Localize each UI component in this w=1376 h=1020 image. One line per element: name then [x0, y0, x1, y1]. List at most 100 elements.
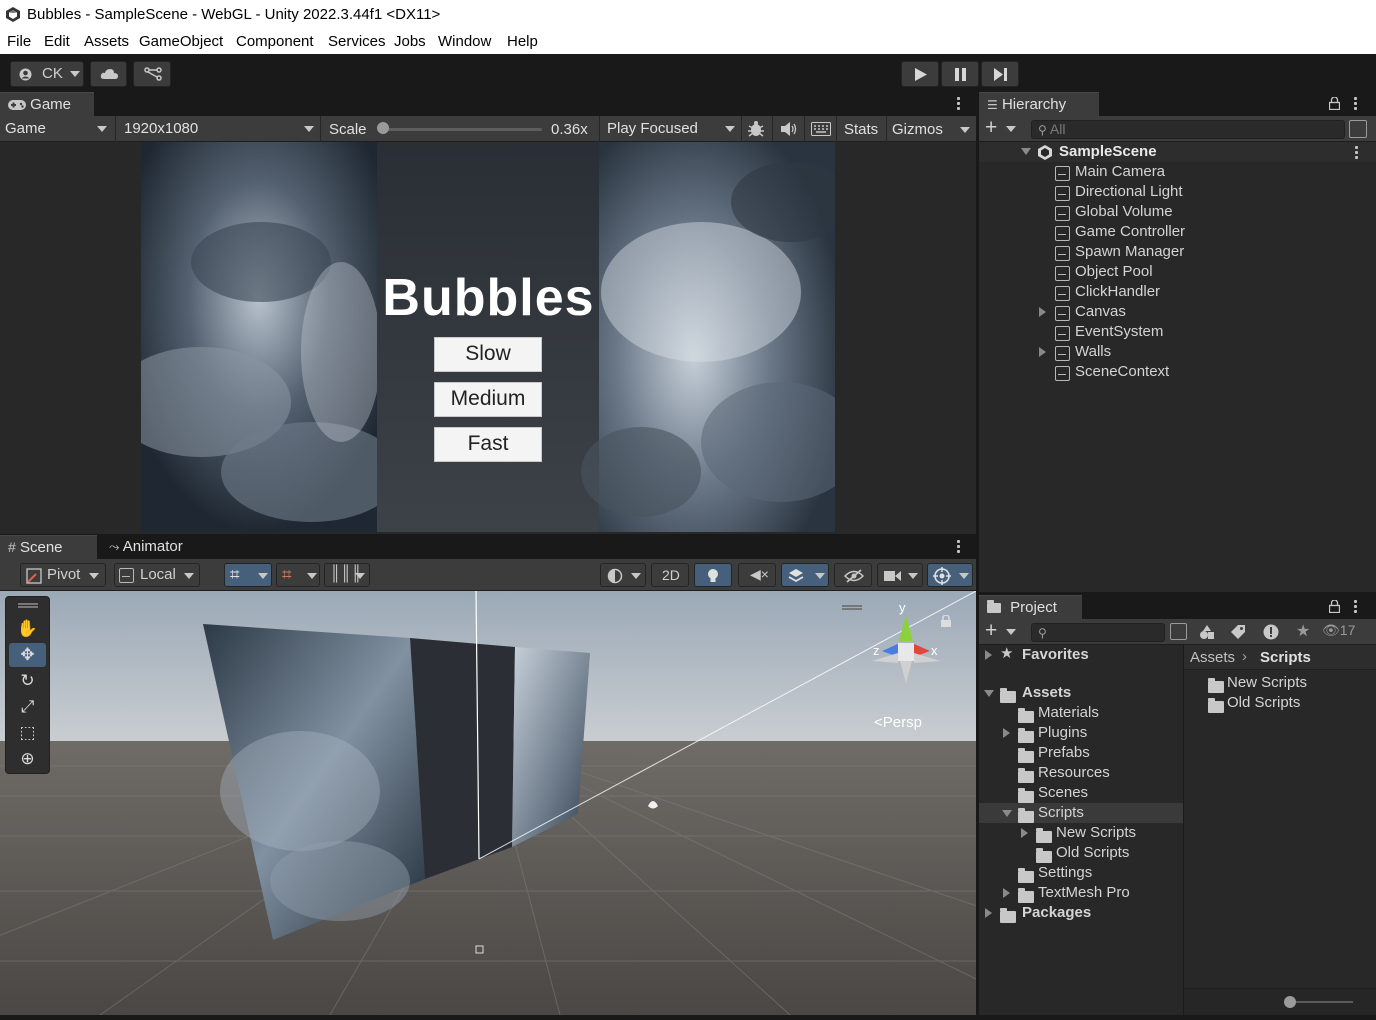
hierarchy-item[interactable]: Object Pool	[979, 262, 1376, 282]
rect-tool-icon[interactable]: ⬚	[9, 721, 46, 745]
project-folder-row[interactable]: TextMesh Pro	[979, 883, 1183, 903]
icon-size-slider-handle[interactable]	[1284, 996, 1296, 1008]
display-dropdown[interactable]: Game	[5, 118, 113, 140]
hierarchy-item[interactable]: EventSystem	[979, 322, 1376, 342]
increment-snap-dropdown[interactable]: ⌗	[276, 563, 320, 587]
expand-arrow-icon[interactable]	[1039, 347, 1046, 357]
menu-window[interactable]: Window	[438, 33, 491, 50]
tab-scene[interactable]: # Scene	[0, 535, 97, 559]
scene-visibility-toggle[interactable]	[834, 563, 872, 587]
menu-jobs[interactable]: Jobs	[394, 33, 426, 50]
menu-edit[interactable]: Edit	[44, 33, 70, 50]
icon-size-slider-track[interactable]	[1287, 1001, 1353, 1003]
project-folder-row[interactable]: New Scripts	[979, 823, 1183, 843]
menu-gameobject[interactable]: GameObject	[139, 33, 223, 50]
hierarchy-search-input[interactable]: ⚲ All	[1031, 120, 1345, 139]
content-item[interactable]: Old Scripts	[1184, 693, 1376, 713]
rotate-tool-icon[interactable]: ↻	[9, 669, 46, 693]
packages-row[interactable]: Packages	[979, 903, 1183, 923]
tab-animator[interactable]: ⤳ Animator	[101, 535, 203, 559]
menu-component[interactable]: Component	[236, 33, 314, 50]
play-button[interactable]	[901, 61, 939, 87]
align-dropdown[interactable]: ║║║	[324, 563, 370, 587]
local-dropdown[interactable]: Local	[114, 563, 200, 587]
version-control-button[interactable]	[133, 61, 171, 87]
expand-arrow-icon[interactable]	[1003, 728, 1010, 738]
scene-root-row[interactable]: SampleScene	[979, 142, 1376, 162]
chevron-down-icon[interactable]	[1006, 629, 1016, 635]
lock-icon[interactable]	[1329, 97, 1340, 110]
search-scene-icon[interactable]	[1170, 623, 1187, 640]
lighting-toggle[interactable]	[694, 563, 732, 587]
hand-tool-icon[interactable]: ✋	[9, 617, 46, 641]
speaker-icon[interactable]	[780, 121, 798, 137]
project-folder-row[interactable]: Scripts	[979, 803, 1183, 823]
hierarchy-more-icon[interactable]	[1354, 97, 1357, 112]
effects-dropdown[interactable]	[781, 563, 829, 587]
scale-tool-icon[interactable]: ⤢	[9, 695, 46, 719]
content-item[interactable]: New Scripts	[1184, 673, 1376, 693]
gizmos-chevron-down-icon[interactable]	[960, 127, 970, 133]
menu-assets[interactable]: Assets	[84, 33, 129, 50]
transform-tool-icon[interactable]: ⊕	[9, 747, 46, 771]
scene-more-icon[interactable]	[957, 540, 960, 555]
chevron-down-icon[interactable]	[1006, 126, 1016, 132]
project-folder-row[interactable]: Old Scripts	[979, 843, 1183, 863]
breadcrumb-assets[interactable]: Assets	[1190, 649, 1235, 666]
project-folder-row[interactable]: Plugins	[979, 723, 1183, 743]
overlay-drag-handle[interactable]	[18, 603, 38, 605]
search-scene-icon[interactable]	[1349, 120, 1367, 138]
expand-arrow-icon[interactable]	[985, 650, 992, 660]
type-filter-icon[interactable]	[1199, 624, 1215, 640]
add-icon[interactable]: +	[985, 619, 997, 643]
project-folder-row[interactable]: Prefabs	[979, 743, 1183, 763]
project-folder-row[interactable]: Materials	[979, 703, 1183, 723]
camera-dropdown[interactable]	[877, 563, 923, 587]
move-tool-icon[interactable]: ✥	[9, 643, 46, 667]
scene-viewport[interactable]: y x z <Persp	[0, 591, 976, 1015]
project-more-icon[interactable]	[1354, 600, 1357, 615]
expand-arrow-icon[interactable]	[1003, 888, 1010, 898]
hidden-packages-toggle[interactable]: 👁17	[1322, 622, 1355, 639]
lock-icon[interactable]	[940, 615, 952, 627]
persp-toggle[interactable]: <Persp	[874, 714, 922, 731]
warning-filter-icon[interactable]	[1263, 624, 1279, 640]
project-folder-row[interactable]: Settings	[979, 863, 1183, 883]
hierarchy-item[interactable]: Spawn Manager	[979, 242, 1376, 262]
game-more-icon[interactable]	[957, 97, 960, 112]
draw-mode-dropdown[interactable]	[600, 563, 646, 587]
fast-button[interactable]: Fast	[434, 427, 542, 462]
expand-arrow-icon[interactable]	[1021, 148, 1031, 155]
game-viewport[interactable]: Bubbles Slow Medium Fast	[0, 142, 976, 534]
expand-arrow-icon[interactable]	[1021, 828, 1028, 838]
grid-snap-dropdown[interactable]: ⌗	[224, 563, 272, 587]
tab-hierarchy[interactable]: ☰ Hierarchy	[979, 92, 1099, 116]
stats-button[interactable]: Stats	[844, 119, 878, 141]
favorites-row[interactable]: ★ Favorites	[979, 645, 1183, 665]
project-folder-row[interactable]: Scenes	[979, 783, 1183, 803]
expand-arrow-icon[interactable]	[1002, 810, 1012, 817]
lock-icon[interactable]	[1329, 600, 1340, 613]
gizmos-button[interactable]: Gizmos	[892, 119, 943, 141]
step-button[interactable]	[981, 61, 1019, 87]
account-dropdown[interactable]: CK	[10, 61, 84, 87]
keyboard-icon[interactable]	[811, 122, 831, 136]
project-search-input[interactable]: ⚲	[1031, 623, 1165, 642]
2d-toggle[interactable]: 2D	[651, 563, 689, 587]
scale-slider-handle[interactable]	[377, 122, 389, 134]
hierarchy-item[interactable]: Main Camera	[979, 162, 1376, 182]
hierarchy-item[interactable]: ClickHandler	[979, 282, 1376, 302]
menu-help[interactable]: Help	[507, 33, 538, 50]
menu-file[interactable]: File	[7, 33, 31, 50]
scene-more-icon[interactable]	[1355, 146, 1358, 161]
expand-arrow-icon[interactable]	[984, 690, 994, 697]
pivot-dropdown[interactable]: Pivot	[20, 563, 106, 587]
slow-button[interactable]: Slow	[434, 337, 542, 372]
bug-icon[interactable]	[746, 120, 766, 138]
label-filter-icon[interactable]	[1230, 624, 1246, 640]
hierarchy-item[interactable]: Canvas	[979, 302, 1376, 322]
project-folder-row[interactable]: Resources	[979, 763, 1183, 783]
audio-toggle[interactable]: ◀×	[738, 563, 776, 587]
pause-button[interactable]	[941, 61, 979, 87]
add-icon[interactable]: +	[985, 116, 997, 140]
